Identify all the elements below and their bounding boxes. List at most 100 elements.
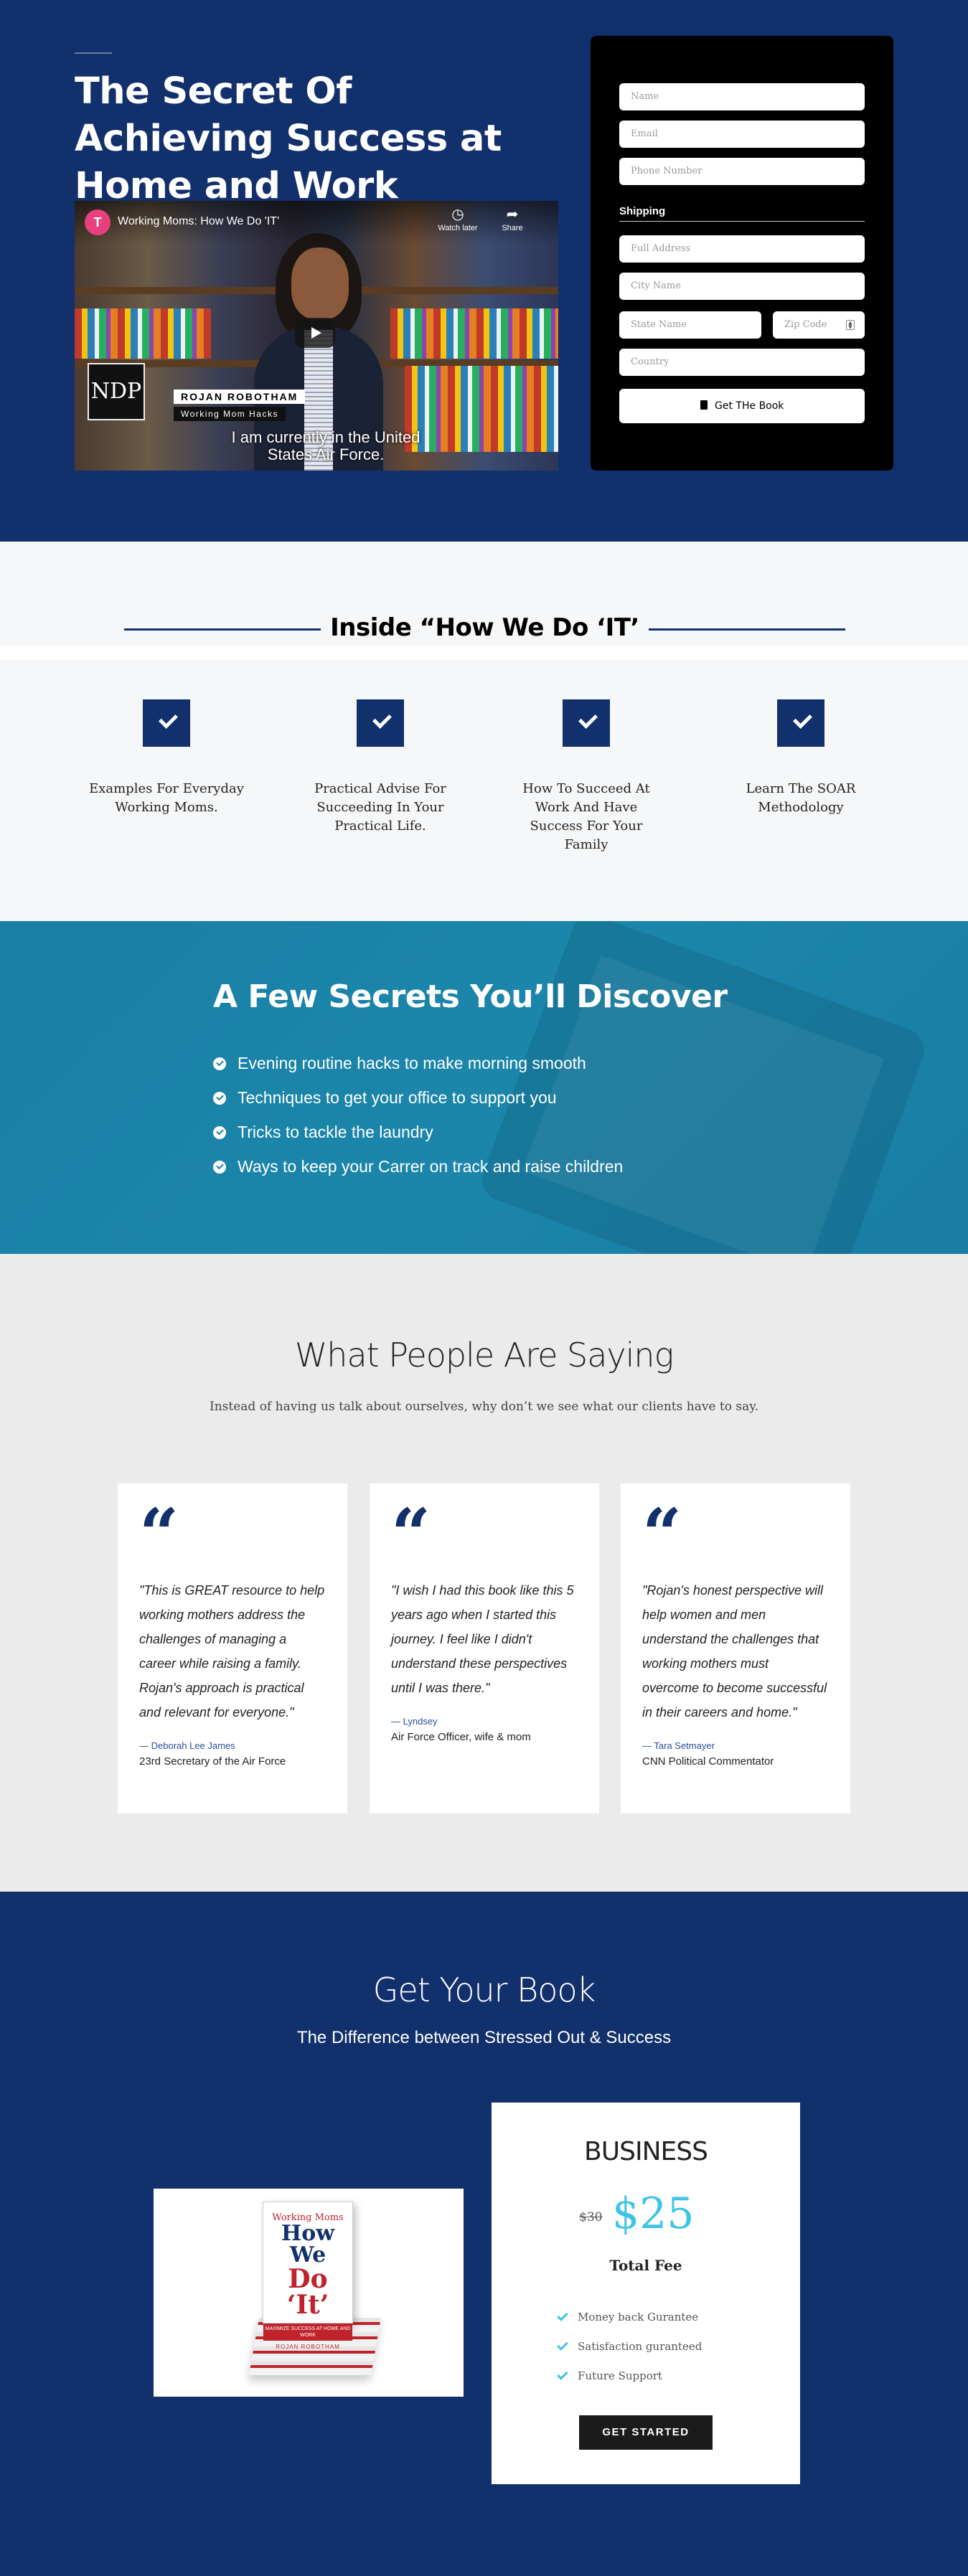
- testimonials-title: What People Are Saying: [294, 1336, 674, 1374]
- share-icon: ➦: [506, 207, 519, 222]
- shipping-divider: [619, 221, 865, 222]
- feature-text: Practical Advise For Succeeding In Your …: [314, 781, 446, 834]
- check-icon: [777, 699, 824, 747]
- play-button[interactable]: [295, 318, 335, 348]
- clock-icon: ◷: [451, 207, 464, 222]
- secret-text: Techniques to get your office to support…: [238, 1088, 557, 1107]
- get-book-title: Get Your Book: [372, 1971, 596, 2009]
- shipping-heading: Shipping: [619, 205, 666, 217]
- phone-field[interactable]: Phone Number: [619, 158, 865, 185]
- video-title[interactable]: Working Moms: How We Do 'IT': [118, 215, 279, 228]
- channel-avatar[interactable]: T: [85, 209, 111, 235]
- testimonial-quote: "Rojan's honest perspective will help wo…: [642, 1583, 827, 1719]
- get-book-button[interactable]: Get THe Book: [619, 389, 865, 423]
- feature-text: Learn The SOAR Methodology: [746, 781, 856, 815]
- testimonial-role: Air Force Officer, wife & mom: [391, 1731, 531, 1743]
- check-icon: [357, 699, 404, 747]
- feature-item: Practical Advise For Succeeding In Your …: [301, 699, 459, 836]
- secret-text: Ways to keep your Carrer on track and ra…: [238, 1157, 624, 1176]
- inside-section: Inside “How We Do ‘IT’ Examples For Ever…: [0, 542, 968, 921]
- check-icon: [557, 2369, 568, 2380]
- presenter-name: ROJAN ROBOTHAM: [174, 390, 306, 404]
- get-book-label: Get THe Book: [715, 400, 784, 412]
- testimonial-quote: "I wish I had this book like this 5 year…: [391, 1583, 574, 1695]
- zip-field[interactable]: Zip Code ▲ ▼: [773, 311, 865, 339]
- feature-text: Examples For Everyday Working Moms.: [89, 781, 244, 815]
- book-cover-title: How We: [281, 2221, 335, 2268]
- benefit-item: Future Support: [557, 2369, 662, 2382]
- feature-text: How To Succeed At Work And Have Success …: [522, 781, 650, 852]
- city-field[interactable]: City Name: [619, 273, 865, 300]
- book-cover-title-it: Do ‘It’: [286, 2264, 329, 2320]
- check-circle-icon: [213, 1161, 226, 1174]
- check-circle-icon: [213, 1057, 226, 1070]
- testimonial-author: — Lyndsey: [391, 1716, 438, 1727]
- video-player[interactable]: T Working Moms: How We Do 'IT' ◷ Watch l…: [75, 201, 558, 471]
- quote-icon: “: [391, 1494, 431, 1575]
- testimonial-quote: "This is GREAT resource to help working …: [139, 1583, 325, 1719]
- book-icon: [700, 400, 708, 410]
- hero-section: The Secret Of Achieving Success at Home …: [0, 0, 968, 542]
- zip-stepper-icon[interactable]: ▲ ▼: [846, 320, 855, 330]
- state-field[interactable]: State Name: [619, 311, 761, 339]
- testimonial-role: CNN Political Commentator: [642, 1755, 774, 1768]
- watch-later-button[interactable]: ◷ Watch later: [436, 205, 479, 232]
- zip-placeholder: Zip Code: [784, 319, 827, 330]
- presenter-subtitle: Working Mom Hacks: [174, 407, 286, 421]
- quote-icon: “: [642, 1494, 682, 1575]
- get-started-button[interactable]: GET STARTED: [579, 2415, 713, 2450]
- book-cover-band: MAXIMIZE SUCCESS AT HOME AND WORK: [263, 2323, 352, 2341]
- secret-item: Evening routine hacks to make morning sm…: [213, 1054, 586, 1073]
- testimonials-section: What People Are Saying Instead of having…: [0, 1254, 968, 1892]
- hero-accent-rule: [75, 52, 112, 54]
- check-circle-icon: [213, 1126, 226, 1139]
- inside-title: Inside “How We Do ‘IT’: [330, 613, 639, 642]
- testimonial-role: 23rd Secretary of the Air Force: [139, 1755, 286, 1768]
- testimonials-subtitle: Instead of having us talk about ourselve…: [210, 1400, 758, 1414]
- inside-title-rule-left: [124, 628, 321, 631]
- quote-icon: “: [139, 1494, 179, 1575]
- benefit-text: Money back Gurantee: [578, 2311, 699, 2323]
- email-field[interactable]: Email: [619, 121, 865, 148]
- video-bookshelf-left: [75, 308, 211, 359]
- ndp-logo: NDP: [88, 363, 145, 420]
- feature-item: How To Succeed At Work And Have Success …: [507, 699, 665, 854]
- feature-item: Learn The SOAR Methodology: [722, 699, 880, 817]
- testimonial-author: — Tara Setmayer: [642, 1740, 715, 1751]
- secret-item: Tricks to tackle the laundry: [213, 1123, 433, 1142]
- share-button[interactable]: ➦ Share: [491, 205, 534, 232]
- feature-item: Examples For Everyday Working Moms.: [88, 699, 245, 817]
- video-caption: I am currently in the United States Air …: [231, 428, 420, 463]
- secret-item: Techniques to get your office to support…: [213, 1088, 557, 1108]
- fee-label: Total Fee: [609, 2257, 682, 2274]
- book-product-image: Working Moms How We Do ‘It’ MAXIMIZE SUC…: [154, 2189, 464, 2397]
- benefit-text: Satisfaction guranteed: [578, 2340, 702, 2353]
- name-field[interactable]: Name: [619, 83, 865, 110]
- book-cover: Working Moms How We Do ‘It’ MAXIMIZE SUC…: [263, 2202, 353, 2350]
- book-cover-author: ROJAN ROBOTHAM: [276, 2344, 340, 2350]
- old-price: $30: [579, 2210, 603, 2224]
- order-form: Name Email Phone Number Shipping Full Ad…: [591, 36, 893, 471]
- benefit-item: Money back Gurantee: [557, 2310, 699, 2323]
- watch-later-label: Watch later: [438, 224, 478, 232]
- testimonial-card: “ "This is GREAT resource to help workin…: [118, 1483, 347, 1813]
- inside-divider-band: [0, 646, 968, 660]
- check-icon: [143, 699, 190, 747]
- new-price: $25: [612, 2189, 695, 2239]
- plan-name: BUSINESS: [584, 2137, 708, 2166]
- secrets-title: A Few Secrets You’ll Discover: [213, 978, 728, 1015]
- benefit-item: Satisfaction guranteed: [557, 2339, 702, 2353]
- check-icon: [557, 2339, 568, 2351]
- testimonial-author: — Deborah Lee James: [139, 1740, 235, 1751]
- testimonial-card: “ "Rojan's honest perspective will help …: [621, 1483, 850, 1813]
- check-circle-icon: [213, 1092, 226, 1105]
- check-icon: [563, 699, 610, 747]
- share-label: Share: [502, 224, 523, 232]
- secret-text: Evening routine hacks to make morning sm…: [238, 1054, 586, 1072]
- check-icon: [557, 2310, 568, 2321]
- benefit-text: Future Support: [578, 2369, 662, 2382]
- country-field[interactable]: Country: [619, 349, 865, 376]
- video-bookshelf-right: [390, 308, 558, 359]
- hero-title: The Secret Of Achieving Success at Home …: [75, 70, 502, 207]
- address-field[interactable]: Full Address: [619, 235, 865, 263]
